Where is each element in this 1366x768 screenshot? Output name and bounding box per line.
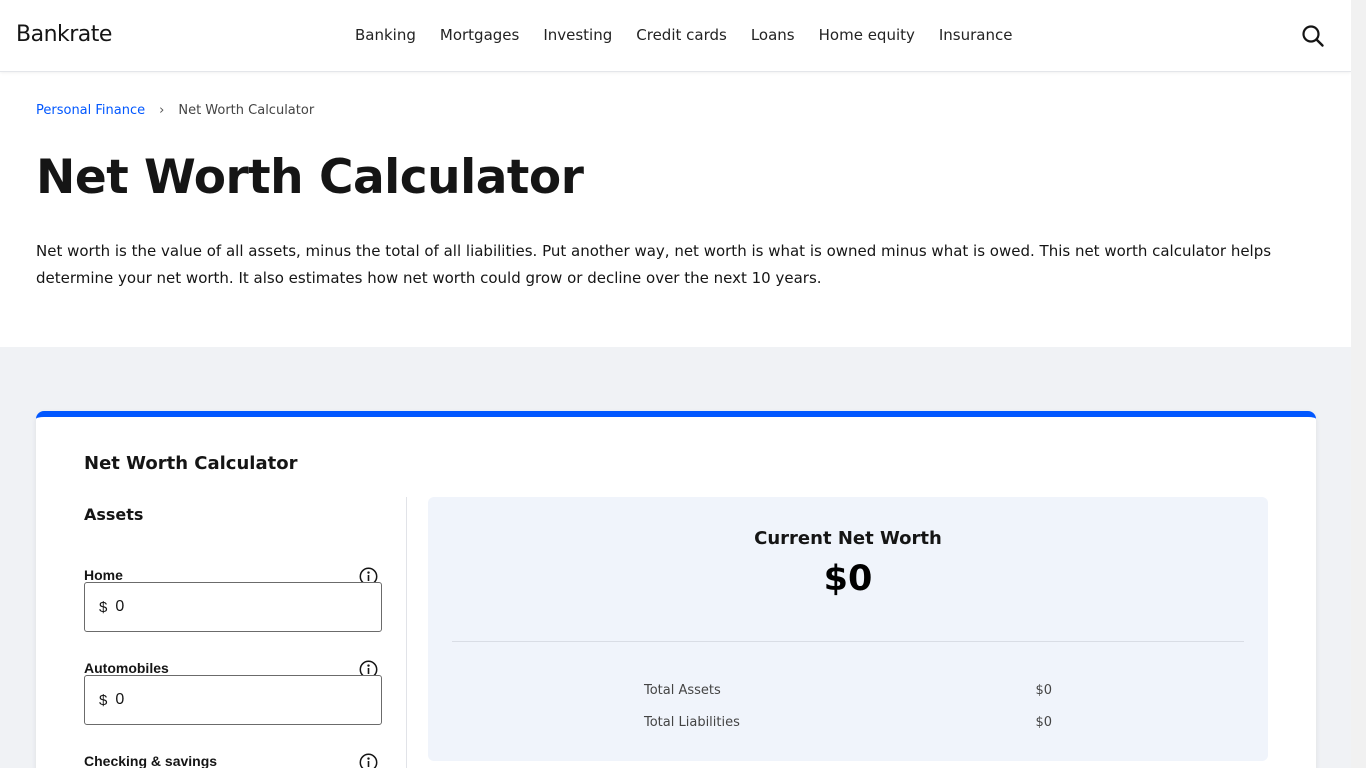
currency-symbol: $ xyxy=(99,598,108,616)
net-worth-summary: Current Net Worth $0 Total Assets $0 Tot… xyxy=(428,497,1268,761)
breadcrumb-current: Net Worth Calculator xyxy=(178,103,315,118)
total-liabilities-label: Total Liabilities xyxy=(644,715,740,730)
page-title: Net Worth Calculator xyxy=(36,150,584,205)
page-intro: Net worth is the value of all assets, mi… xyxy=(36,242,1272,287)
page-scrollbar[interactable] xyxy=(1351,0,1366,768)
nav-item-investing[interactable]: Investing xyxy=(543,26,612,44)
nav-item-insurance[interactable]: Insurance xyxy=(939,26,1013,44)
breadcrumb: Personal Finance › Net Worth Calculator xyxy=(36,103,314,118)
total-assets-value: $0 xyxy=(1035,683,1052,698)
bankrate-logo[interactable]: Bankrate xyxy=(16,22,112,47)
automobiles-input-value: 0 xyxy=(115,691,125,708)
nav-item-mortgages[interactable]: Mortgages xyxy=(440,26,519,44)
home-input-value: 0 xyxy=(115,598,125,615)
summary-divider xyxy=(452,641,1244,642)
column-divider xyxy=(406,497,407,768)
breadcrumb-link-personal-finance[interactable]: Personal Finance xyxy=(36,103,145,118)
current-net-worth-value: $0 xyxy=(823,559,873,599)
breadcrumb-separator: › xyxy=(159,103,165,118)
total-assets-label: Total Assets xyxy=(644,683,721,698)
nav-item-banking[interactable]: Banking xyxy=(355,26,416,44)
total-liabilities-value: $0 xyxy=(1035,715,1052,730)
currency-symbol: $ xyxy=(99,691,108,709)
calculator-card: Net Worth Calculator Assets Home $ 0 Aut… xyxy=(36,411,1316,768)
main-nav: Banking Mortgages Investing Credit cards… xyxy=(355,26,1036,44)
site-header: Bankrate Banking Mortgages Investing Cre… xyxy=(0,0,1351,72)
automobiles-label: Automobiles xyxy=(84,660,169,676)
home-label: Home xyxy=(84,567,123,583)
current-net-worth-title: Current Net Worth xyxy=(754,528,942,549)
search-icon[interactable] xyxy=(1300,23,1326,49)
calculator-title: Net Worth Calculator xyxy=(84,453,298,474)
info-icon[interactable] xyxy=(359,753,378,768)
nav-item-loans[interactable]: Loans xyxy=(751,26,795,44)
assets-heading: Assets xyxy=(84,505,144,524)
checking-savings-label: Checking & savings xyxy=(84,753,218,768)
home-input[interactable]: $ 0 xyxy=(84,582,382,632)
nav-item-credit-cards[interactable]: Credit cards xyxy=(636,26,727,44)
nav-item-home-equity[interactable]: Home equity xyxy=(819,26,915,44)
automobiles-input[interactable]: $ 0 xyxy=(84,675,382,725)
